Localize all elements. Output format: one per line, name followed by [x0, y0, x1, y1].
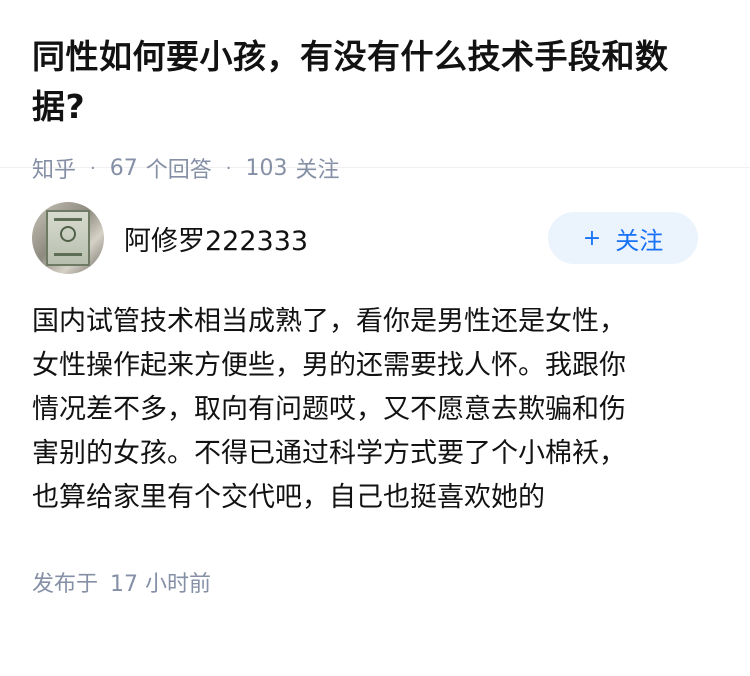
answer-count: 67 — [109, 155, 138, 181]
question-meta: 知乎 · 67 个回答 · 103 关注 — [32, 152, 718, 184]
answer-line: 女性操作起来方便些，男的还需要找人怀。我跟你 — [32, 350, 626, 381]
follow-button-label: 关注 — [615, 226, 664, 255]
meta-separator: · — [90, 157, 96, 179]
question-header: 同性如何要小孩，有没有什么技术手段和数据? 知乎 · 67 个回答 · 103 … — [0, 0, 750, 183]
avatar-image — [46, 210, 90, 266]
meta-separator: · — [225, 157, 232, 179]
publish-label: 发布于 — [32, 572, 99, 597]
source-label[interactable]: 知乎 — [32, 152, 76, 184]
question-title[interactable]: 同性如何要小孩，有没有什么技术手段和数据? — [32, 32, 718, 132]
avatar[interactable] — [32, 202, 104, 274]
answer-line: 国内试管技术相当成熟了，看你是男性还是女性， — [32, 306, 626, 337]
avatar-detail — [54, 218, 82, 221]
answer-card: 阿修罗222333 + 关注 国内试管技术相当成熟了，看你是男性还是女性， 女性… — [0, 202, 750, 598]
follower-count: 103 — [245, 155, 288, 181]
publish-time: 发布于 17 小时前 — [32, 566, 718, 598]
avatar-detail — [60, 226, 76, 242]
publish-time-value: 17 小时前 — [110, 572, 212, 597]
author-name[interactable]: 阿修罗222333 — [124, 219, 548, 258]
avatar-detail — [54, 253, 82, 256]
follow-button[interactable]: + 关注 — [548, 212, 698, 264]
answer-line: 情况差不多，取向有问题哎，又不愿意去欺骗和伤 — [32, 394, 626, 425]
answer-content[interactable]: 国内试管技术相当成熟了，看你是男性还是女性， 女性操作起来方便些，男的还需要找人… — [32, 300, 702, 520]
answer-line: 也算给家里有个交代吧，自己也挺喜欢她的 — [32, 482, 545, 513]
author-row: 阿修罗222333 + 关注 — [32, 202, 718, 274]
answer-line: 害别的女孩。不得已通过科学方式要了个小棉袄， — [32, 438, 626, 469]
follower-count-label[interactable]: 关注 — [296, 152, 340, 184]
plus-icon: + — [582, 225, 602, 251]
answer-count-label[interactable]: 个回答 — [146, 152, 212, 184]
